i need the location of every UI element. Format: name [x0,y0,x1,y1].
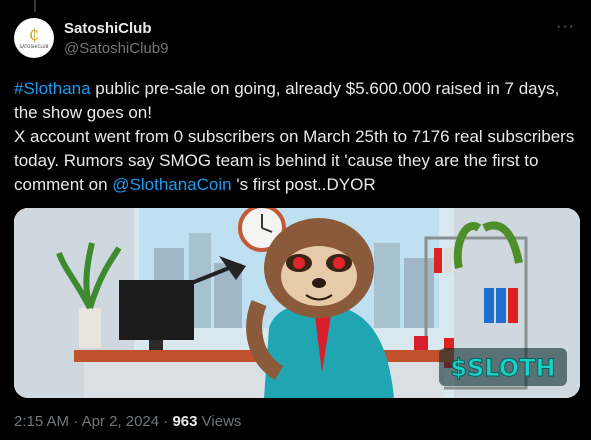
tweet-media-image[interactable]: $SLOTH [14,208,580,398]
sloth-sign-text: $SLOTH [450,354,555,382]
views-label: Views [197,413,242,430]
mention-link[interactable]: @SlothanaCoin [112,175,231,194]
meta-separator: · [159,413,173,430]
tweet-text: #Slothana public pre-sale on going, alre… [14,77,579,197]
tweet-time[interactable]: 2:15 AM [14,413,69,430]
views-count: 963 [172,413,198,430]
thread-connector-line [34,0,36,12]
tweet-text-segment: 's first post..DYOR [231,175,376,194]
avatar[interactable]: ₵ SATOSHICLUB [14,18,54,58]
tweet-text-segment: public pre-sale on going, already $5.600… [14,79,560,122]
tweet-paragraph-2: X account went from 0 subscribers on Mar… [14,125,579,197]
tweet-date[interactable]: Apr 2, 2024 [82,413,160,430]
avatar-logo-icon: ₵ [28,25,40,44]
user-handle[interactable]: @SatoshiClub9 [64,40,168,57]
display-name[interactable]: SatoshiClub [64,20,152,37]
plant-pot [79,308,101,348]
meta-separator: · [69,413,82,430]
more-options-icon[interactable]: ··· [556,18,575,36]
sloth-office-illustration: $SLOTH [14,208,580,398]
computer-monitor [119,280,194,340]
hashtag-link[interactable]: #Slothana [14,79,91,98]
tweet-metadata: 2:15 AM · Apr 2, 2024 · 963 Views [14,413,241,430]
avatar-logo-text: SATOSHICLUB [19,44,49,49]
tweet-paragraph-1: #Slothana public pre-sale on going, alre… [14,77,579,125]
